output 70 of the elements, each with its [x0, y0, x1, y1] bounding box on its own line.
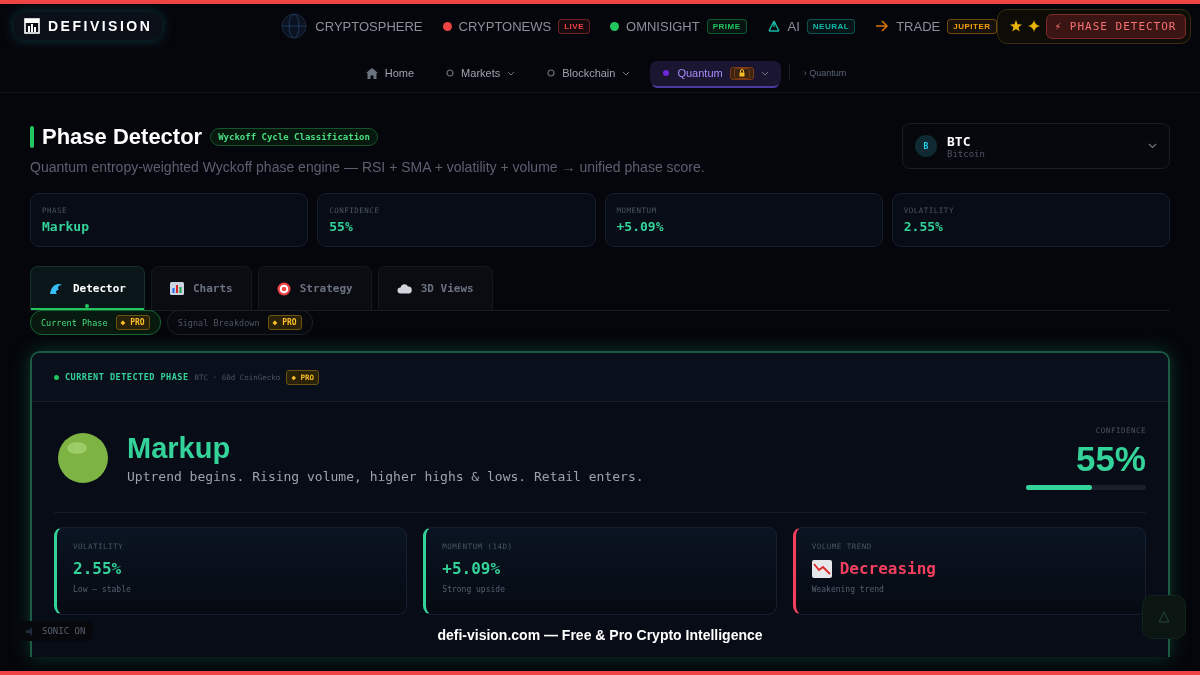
dot-icon — [662, 69, 671, 77]
home-icon — [365, 67, 378, 79]
nav-badge: JUPITER — [947, 18, 997, 34]
stat-value: Markup — [42, 219, 90, 234]
ball-icon — [57, 432, 109, 484]
top-nav-link[interactable]: CRYPTONEWS LIVE — [442, 18, 590, 34]
logo[interactable]: DEFIVISION — [14, 12, 163, 40]
page-title: Phase Detector — [42, 124, 203, 150]
stat-value: +5.09% — [616, 219, 665, 234]
confidence-value: 55% — [1074, 439, 1146, 479]
tab[interactable]: Charts — [151, 266, 252, 310]
stat-value: 2.55% — [903, 219, 944, 234]
top-nav-link[interactable]: CRYPTOSPHERE — [280, 12, 423, 40]
nav-tab[interactable]: Quantum — [650, 60, 781, 86]
stat-value: 55% — [329, 219, 354, 234]
page-subtitle: Quantum entropy-weighted Wyckoff phase engine — RSI + SMA + volatility + volume → unified phase score. — [30, 159, 705, 175]
pro-badge: ◆ PRO — [267, 315, 302, 330]
nav-badge: NEURAL — [806, 18, 856, 34]
sub-tab[interactable]: Current Phase ◆ PRO — [30, 310, 161, 335]
nav-tab[interactable]: Blockchain — [535, 61, 643, 85]
breadcrumb: › Quantum — [803, 68, 847, 78]
circle-icon — [547, 69, 556, 77]
arrow-right-icon — [875, 20, 890, 32]
metric-note: Strong upside — [442, 585, 506, 594]
target-icon — [276, 281, 291, 296]
floating-button[interactable] — [1142, 595, 1186, 639]
asset-symbol: BTC — [947, 133, 972, 149]
network-icon — [1157, 610, 1171, 624]
title-tag: Wyckoff Cycle Classification — [210, 128, 378, 146]
asset-name: Bitcoin — [947, 148, 985, 159]
sparkle-icon — [1027, 20, 1040, 32]
status-dot-icon — [54, 374, 59, 380]
metric-note: Low — stable — [73, 585, 132, 594]
upgrade-button[interactable]: ⚡ PHASE DETECTOR — [1045, 13, 1186, 39]
nav-tab[interactable]: Home — [353, 61, 427, 85]
sub-tab[interactable]: Signal Breakdown ◆ PRO — [166, 310, 313, 335]
bar-chart-icon — [170, 282, 184, 295]
tab[interactable]: 3D Views — [377, 266, 493, 310]
top-nav-link[interactable]: AI NEURAL — [766, 18, 856, 34]
metric-value: +5.09% — [442, 559, 501, 578]
tab[interactable]: Detector — [30, 266, 145, 310]
tab[interactable]: Strategy — [257, 266, 372, 310]
trend-down-icon — [811, 559, 832, 578]
wave-icon — [49, 282, 64, 295]
panel-heading: CURRENT DETECTED PHASE — [65, 372, 189, 382]
network-icon — [766, 19, 781, 33]
chevron-down-icon — [1148, 143, 1157, 149]
circle-icon — [446, 69, 455, 77]
cloud-icon — [396, 283, 412, 294]
lock-icon — [729, 66, 754, 80]
asset-avatar: B — [915, 135, 937, 157]
phase-description: Uptrend begins. Rising volume, higher highs & lows. Retail enters. — [127, 469, 644, 484]
metric-value: 2.55% — [73, 559, 122, 578]
chevron-down-icon — [507, 70, 516, 76]
nav-badge: LIVE — [558, 18, 590, 34]
top-nav-link[interactable]: OMNISIGHT PRIME — [610, 18, 747, 34]
chevron-down-icon — [760, 70, 769, 76]
phase-name: Markup — [127, 432, 232, 465]
nav-badge: PRIME — [706, 18, 747, 34]
nav-tab[interactable]: Markets — [434, 61, 528, 85]
top-nav-link[interactable]: TRADE JUPITER — [875, 18, 997, 34]
logo-icon — [24, 18, 40, 34]
globe-icon — [280, 12, 309, 40]
footer-caption: defi-vision.com — Free & Pro Crypto Intelligence — [437, 627, 763, 643]
chevron-down-icon — [622, 70, 631, 76]
metric-value: Decreasing — [839, 559, 936, 578]
star-icon — [1009, 20, 1022, 32]
asset-selector[interactable]: B BTC Bitcoin — [902, 123, 1170, 169]
metric-note: Weakening trend — [811, 585, 885, 594]
pro-badge: ◆ PRO — [115, 315, 150, 330]
